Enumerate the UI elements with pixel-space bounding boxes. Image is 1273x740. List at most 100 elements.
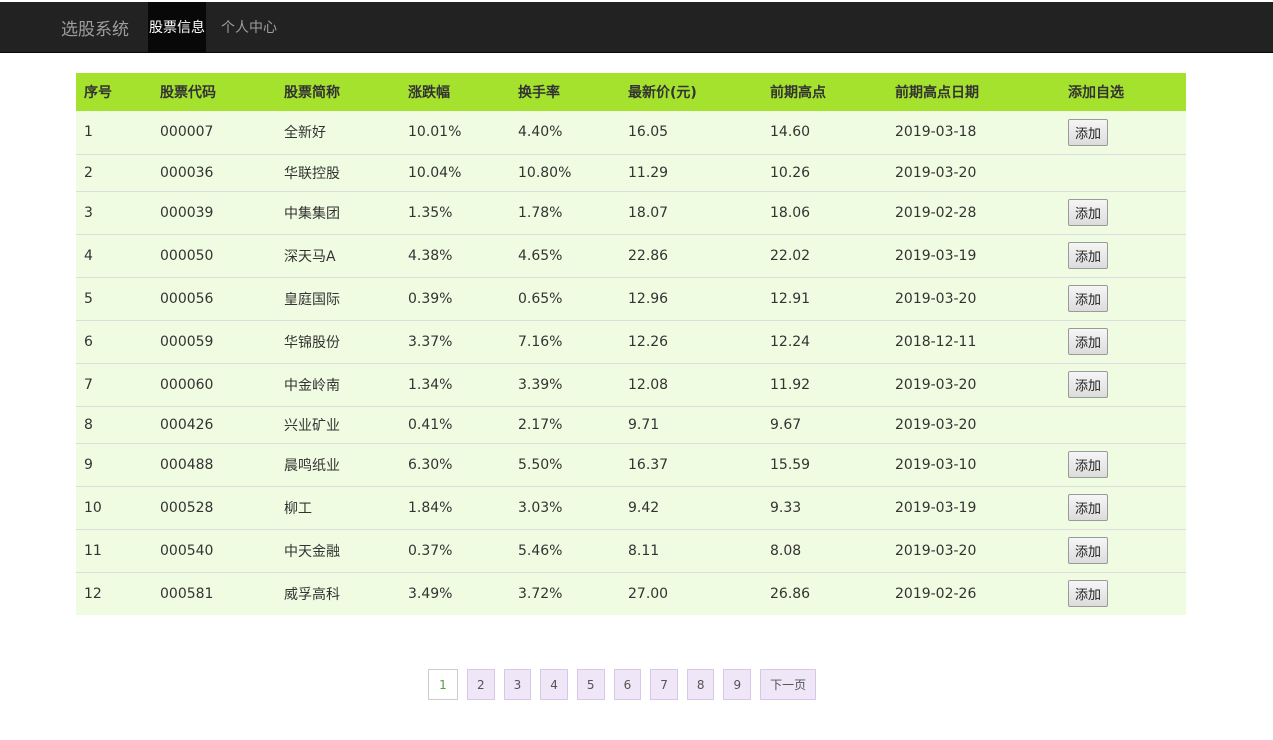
- next-page-button[interactable]: 下一页: [760, 669, 817, 700]
- cell-high-date: 2019-03-18: [887, 111, 1060, 154]
- cell-code: 000007: [152, 111, 276, 154]
- cell-high-date: 2019-03-20: [887, 153, 1060, 191]
- header-name: 股票简称: [276, 73, 400, 111]
- header-turnover: 换手率: [510, 73, 620, 111]
- cell-code: 000056: [152, 276, 276, 320]
- cell-turnover: 4.40%: [510, 111, 620, 154]
- add-watchlist-button[interactable]: 添加: [1068, 242, 1109, 269]
- page-button-9[interactable]: 9: [723, 669, 752, 700]
- cell-price: 18.07: [620, 190, 762, 234]
- cell-name: 华联控股: [276, 153, 400, 191]
- cell-high: 14.60: [762, 111, 887, 154]
- cell-high-date: 2019-03-20: [887, 405, 1060, 443]
- cell-high: 8.08: [762, 528, 887, 572]
- cell-change: 10.01%: [400, 111, 510, 154]
- add-watchlist-button[interactable]: 添加: [1068, 285, 1109, 312]
- cell-add: 添加: [1060, 276, 1186, 320]
- cell-turnover: 5.46%: [510, 528, 620, 572]
- table-row: 7 000060 中金岭南 1.34% 3.39% 12.08 11.92 2019-03-2…: [76, 362, 1186, 406]
- cell-price: 12.26: [620, 319, 762, 363]
- cell-turnover: 4.65%: [510, 233, 620, 277]
- cell-code: 000059: [152, 319, 276, 363]
- cell-price: 12.96: [620, 276, 762, 320]
- cell-add: 添加: [1060, 485, 1186, 529]
- stock-table-container: 序号 股票代码 股票简称 涨跌幅 换手率 最新价(元) 前期高点 前期高点日期 …: [76, 73, 1186, 615]
- cell-turnover: 5.50%: [510, 442, 620, 486]
- add-watchlist-button[interactable]: 添加: [1068, 451, 1109, 478]
- cell-name: 华锦股份: [276, 319, 400, 363]
- cell-turnover: 2.17%: [510, 405, 620, 443]
- cell-turnover: 3.72%: [510, 571, 620, 615]
- header-price: 最新价(元): [620, 73, 762, 111]
- cell-code: 000528: [152, 485, 276, 529]
- cell-high-date: 2019-03-19: [887, 233, 1060, 277]
- cell-name: 皇庭国际: [276, 276, 400, 320]
- cell-name: 兴业矿业: [276, 405, 400, 443]
- table-row: 2 000036 华联控股 10.04% 10.80% 11.29 10.26 2019-03…: [76, 153, 1186, 191]
- header-high-date: 前期高点日期: [887, 73, 1060, 111]
- table-row: 6 000059 华锦股份 3.37% 7.16% 12.26 12.24 2018-12-1…: [76, 319, 1186, 363]
- cell-high: 9.67: [762, 405, 887, 443]
- cell-code: 000039: [152, 190, 276, 234]
- cell-no: 3: [76, 190, 152, 234]
- header-add: 添加自选: [1060, 73, 1186, 111]
- page-button-1[interactable]: 1: [428, 669, 458, 700]
- cell-turnover: 1.78%: [510, 190, 620, 234]
- cell-no: 6: [76, 319, 152, 363]
- add-watchlist-button[interactable]: 添加: [1068, 328, 1109, 355]
- cell-add: 添加: [1060, 319, 1186, 363]
- cell-code: 000540: [152, 528, 276, 572]
- cell-add: 添加: [1060, 571, 1186, 615]
- cell-high: 12.24: [762, 319, 887, 363]
- add-watchlist-button[interactable]: 添加: [1068, 371, 1109, 398]
- page-button-6[interactable]: 6: [613, 669, 642, 700]
- cell-add: 添加: [1060, 190, 1186, 234]
- add-watchlist-button[interactable]: 添加: [1068, 537, 1109, 564]
- cell-code: 000050: [152, 233, 276, 277]
- cell-change: 0.39%: [400, 276, 510, 320]
- cell-high: 18.06: [762, 190, 887, 234]
- cell-code: 000581: [152, 571, 276, 615]
- add-watchlist-button[interactable]: 添加: [1068, 199, 1109, 226]
- nav-item-stock-info[interactable]: 股票信息: [148, 2, 206, 52]
- navbar: 选股系统 股票信息 个人中心: [0, 2, 1273, 53]
- page-button-7[interactable]: 7: [650, 669, 678, 700]
- cell-high: 26.86: [762, 571, 887, 615]
- cell-name: 深天马A: [276, 233, 400, 277]
- cell-change: 1.34%: [400, 362, 510, 406]
- page-button-5[interactable]: 5: [576, 669, 605, 700]
- cell-change: 10.04%: [400, 153, 510, 191]
- cell-price: 8.11: [620, 528, 762, 572]
- page-button-8[interactable]: 8: [686, 669, 715, 700]
- cell-high-date: 2019-03-20: [887, 276, 1060, 320]
- nav-item-personal-center[interactable]: 个人中心: [206, 2, 277, 52]
- add-watchlist-button[interactable]: 添加: [1068, 494, 1109, 521]
- pagination: 1 2 3 4 5 6 7 8 9 下一页: [428, 669, 817, 700]
- cell-price: 27.00: [620, 571, 762, 615]
- cell-high-date: 2019-03-20: [887, 528, 1060, 572]
- add-watchlist-button[interactable]: 添加: [1068, 118, 1109, 146]
- table-body: 1 000007 全新好 10.01% 4.40% 16.05 14.60 2019-03-1…: [76, 111, 1186, 615]
- cell-name: 全新好: [276, 111, 400, 154]
- cell-no: 12: [76, 571, 152, 615]
- table-header-row: 序号 股票代码 股票简称 涨跌幅 换手率 最新价(元) 前期高点 前期高点日期 …: [76, 73, 1186, 111]
- cell-turnover: 0.65%: [510, 276, 620, 320]
- cell-high-date: 2019-03-10: [887, 442, 1060, 486]
- page-button-2[interactable]: 2: [467, 669, 495, 700]
- cell-code: 000060: [152, 362, 276, 406]
- cell-change: 3.37%: [400, 319, 510, 363]
- cell-turnover: 10.80%: [510, 153, 620, 191]
- cell-code: 000488: [152, 442, 276, 486]
- add-watchlist-button[interactable]: 添加: [1068, 580, 1109, 608]
- table-row: 9 000488 晨鸣纸业 6.30% 5.50% 16.37 15.59 2019-03-1…: [76, 442, 1186, 486]
- cell-price: 9.42: [620, 485, 762, 529]
- cell-price: 16.37: [620, 442, 762, 486]
- cell-no: 7: [76, 362, 152, 406]
- brand-title[interactable]: 选股系统: [61, 2, 148, 52]
- page-button-4[interactable]: 4: [540, 669, 568, 700]
- table-row: 10 000528 柳工 1.84% 3.03% 9.42 9.33 2019-03-19 添加: [76, 485, 1186, 529]
- cell-add: 添加: [1060, 111, 1186, 154]
- cell-turnover: 7.16%: [510, 319, 620, 363]
- cell-change: 4.38%: [400, 233, 510, 277]
- page-button-3[interactable]: 3: [503, 669, 532, 700]
